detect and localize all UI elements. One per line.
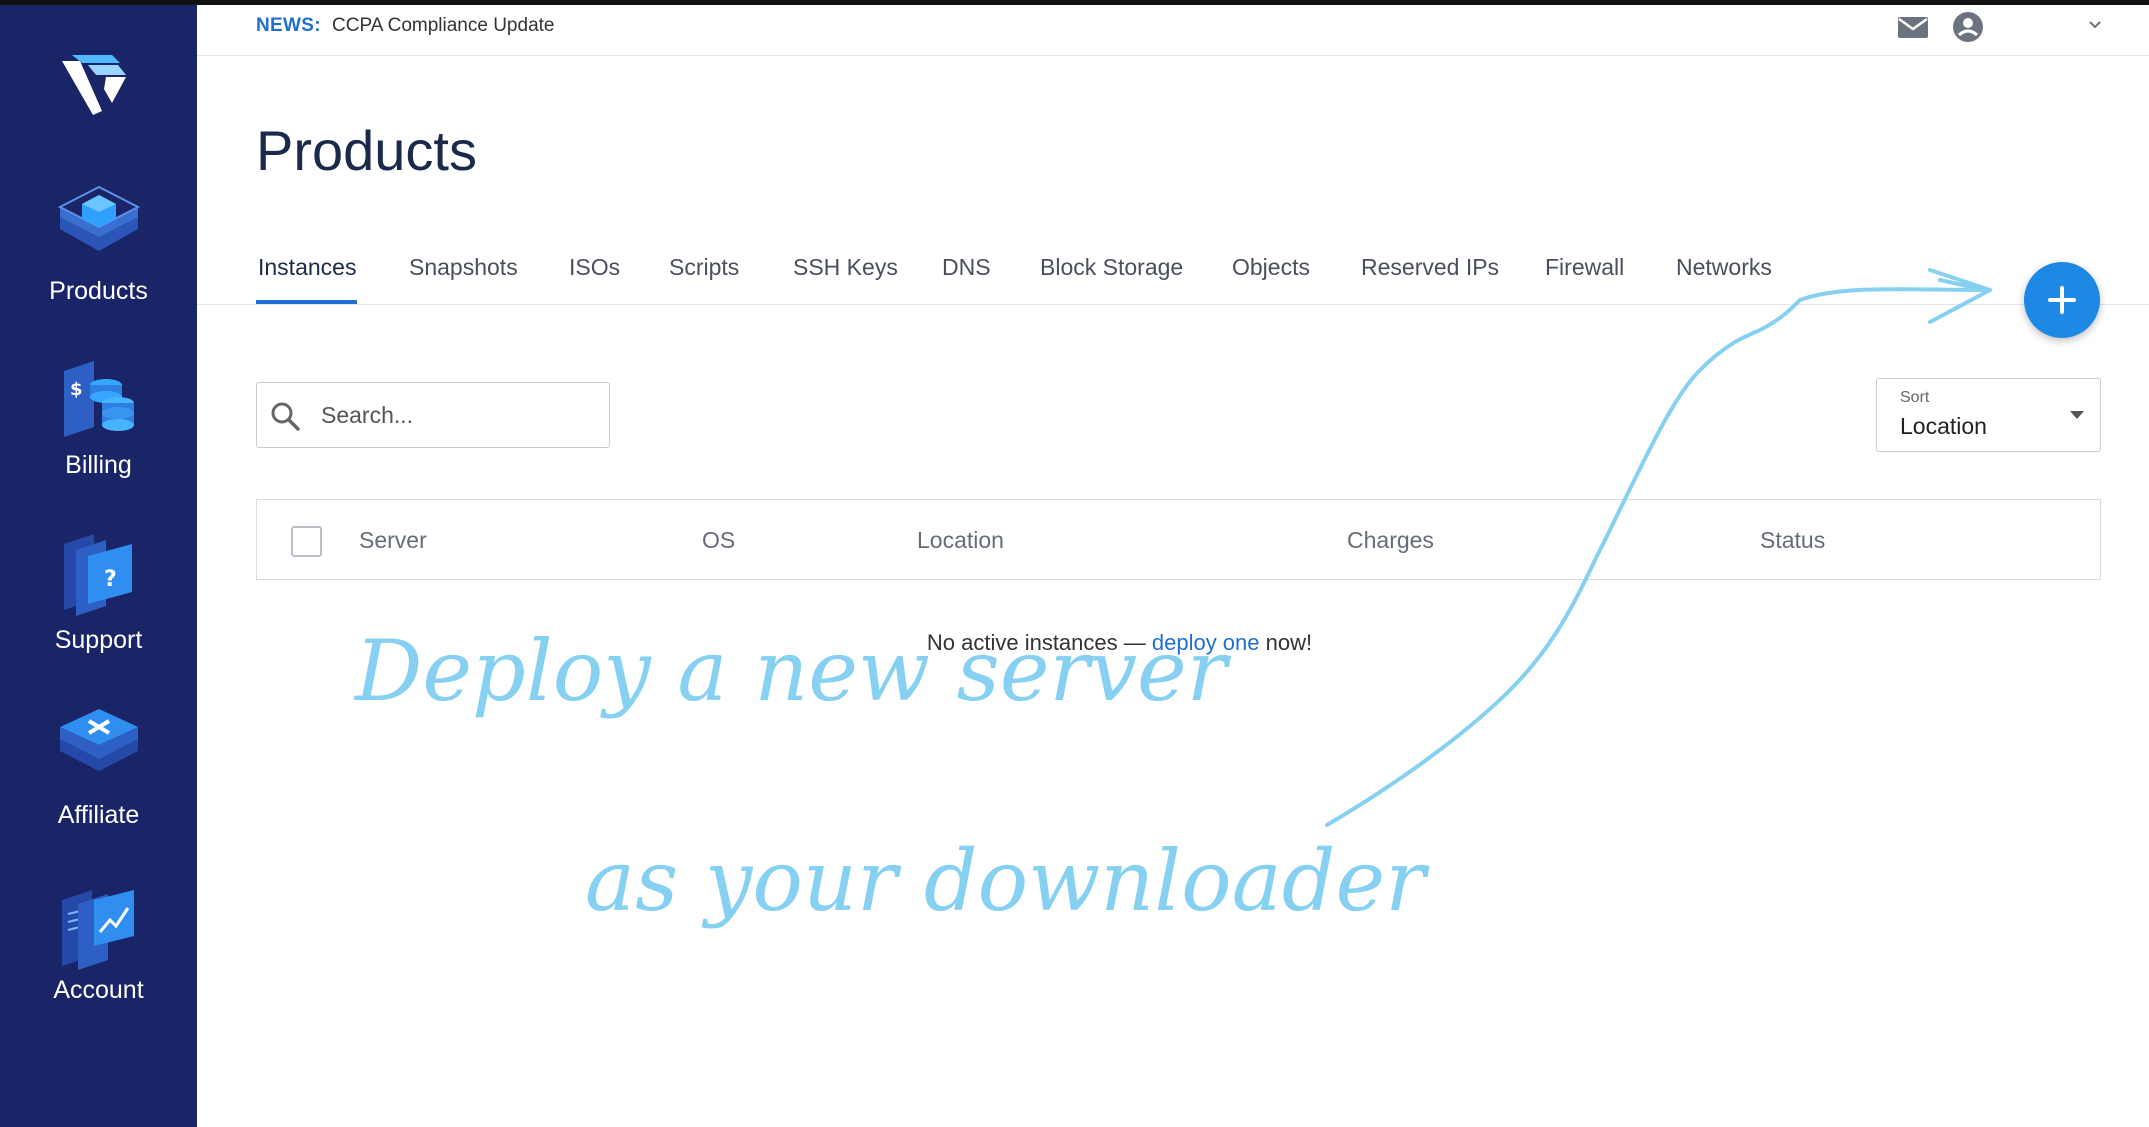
column-header-location[interactable]: Location (917, 527, 1004, 554)
column-header-server[interactable]: Server (359, 527, 427, 554)
select-all-checkbox[interactable] (291, 526, 322, 557)
news-link[interactable]: CCPA Compliance Update (332, 15, 554, 37)
sidebar-item-label: Billing (65, 451, 132, 479)
account-icon (61, 890, 134, 970)
vultr-logo[interactable] (60, 53, 130, 115)
tab-block-storage[interactable]: Block Storage (1040, 254, 1183, 281)
sidebar-item-label: Products (49, 277, 148, 305)
tab-isos[interactable]: ISOs (569, 254, 620, 281)
news-label: NEWS: (256, 15, 321, 36)
sidebar-item-affiliate[interactable]: Affiliate (0, 705, 197, 855)
affiliate-icon (59, 709, 138, 771)
deploy-server-button[interactable] (2024, 262, 2100, 338)
deploy-one-link[interactable]: deploy one (1152, 630, 1260, 655)
tab-dns[interactable]: DNS (942, 254, 991, 281)
sort-value: Location (1900, 413, 1987, 439)
tab-snapshots[interactable]: Snapshots (409, 254, 518, 281)
svg-text:?: ? (104, 567, 117, 592)
sidebar-item-products[interactable]: Products (0, 181, 197, 331)
column-header-charges[interactable]: Charges (1347, 527, 1434, 554)
tab-objects[interactable]: Objects (1232, 254, 1310, 281)
sort-label: Sort (1900, 389, 1930, 406)
empty-state-message: No active instances — deploy one now! (0, 630, 2149, 656)
sidebar: Products $ Billing ? Support Affiliate A… (0, 5, 197, 1127)
search-icon (271, 402, 300, 431)
tab-firewall[interactable]: Firewall (1545, 254, 1624, 281)
empty-state-text: No active instances — (926, 630, 1152, 655)
support-icon: ? (63, 534, 132, 616)
svg-text:$: $ (70, 379, 83, 400)
dropdown-caret-icon (2070, 411, 2084, 419)
sidebar-item-account[interactable]: Account (0, 880, 197, 1030)
sidebar-item-billing[interactable]: $ Billing (0, 355, 197, 505)
sort-select[interactable]: Sort Location (1876, 378, 2101, 452)
column-header-os[interactable]: OS (702, 527, 735, 554)
products-icon (57, 185, 140, 251)
user-avatar-icon[interactable] (1950, 9, 1986, 45)
sidebar-item-support[interactable]: ? Support (0, 530, 197, 680)
tab-scripts[interactable]: Scripts (669, 254, 739, 281)
instances-table-header: Server OS Location Charges Status (256, 499, 2101, 580)
empty-state-suffix: now! (1259, 630, 1313, 655)
tab-networks[interactable]: Networks (1676, 254, 1772, 281)
search-box (256, 382, 610, 448)
mail-icon[interactable] (1895, 9, 1931, 45)
sidebar-item-label: Affiliate (57, 801, 140, 829)
column-header-status[interactable]: Status (1760, 527, 1825, 554)
product-tabs: Instances Snapshots ISOs Scripts SSH Key… (197, 250, 2149, 305)
billing-icon: $ (63, 361, 134, 437)
page-title: Products (256, 119, 477, 182)
top-header: NEWS: CCPA Compliance Update (197, 5, 2149, 56)
chevron-down-icon[interactable] (2085, 17, 2105, 33)
annotation-line-2: as your downloader (585, 832, 1430, 930)
search-input[interactable] (319, 397, 593, 433)
active-tab-indicator (256, 300, 357, 304)
sidebar-item-label: Account (53, 976, 144, 1004)
tab-reserved-ips[interactable]: Reserved IPs (1361, 254, 1499, 281)
tab-ssh-keys[interactable]: SSH Keys (793, 254, 898, 281)
plus-icon (2048, 286, 2076, 314)
tab-instances[interactable]: Instances (258, 254, 356, 281)
